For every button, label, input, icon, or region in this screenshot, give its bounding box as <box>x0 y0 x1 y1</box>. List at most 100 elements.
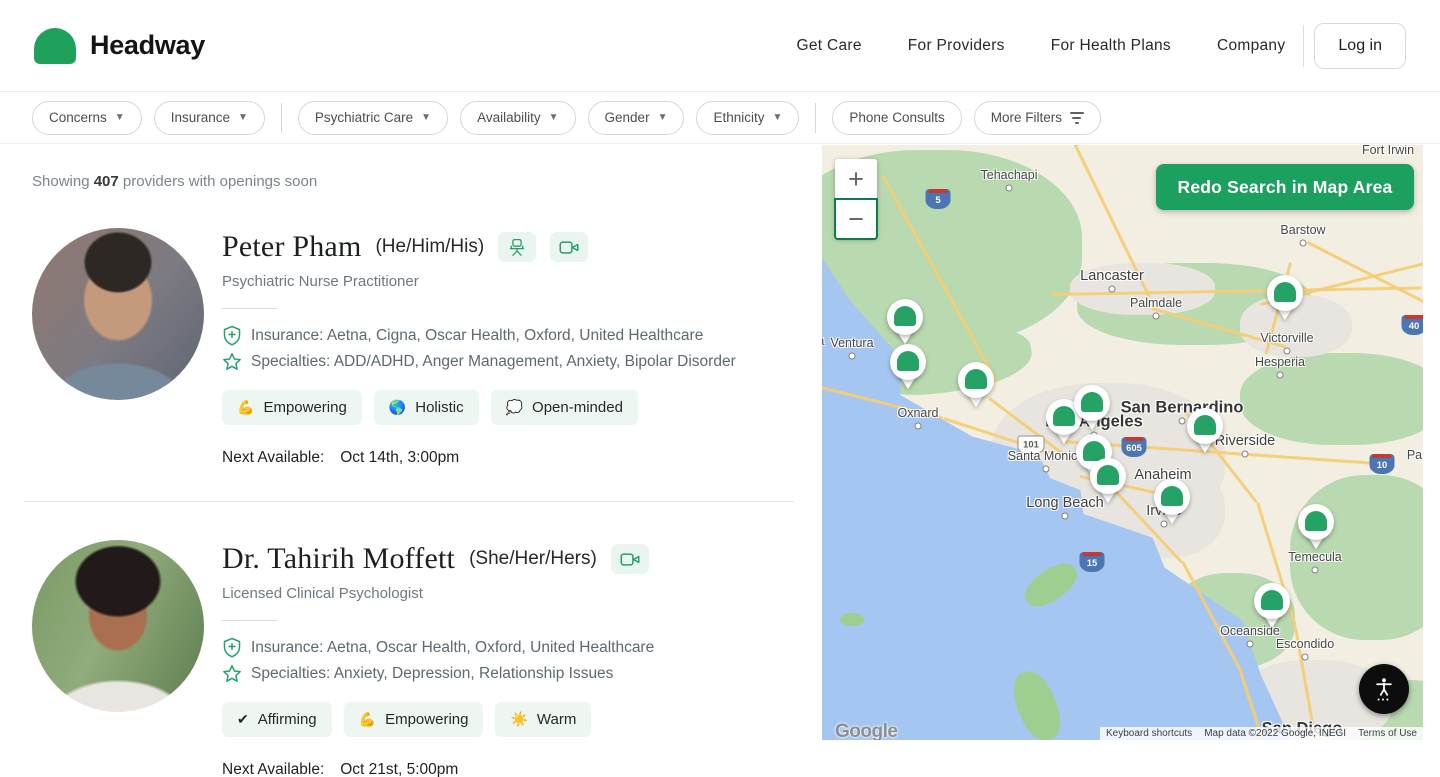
divider <box>222 620 277 621</box>
provider-pronouns: (He/Him/His) <box>375 236 484 258</box>
provider-map-pin[interactable] <box>1074 385 1110 435</box>
filter-availability[interactable]: Availability▼ <box>460 101 575 135</box>
thought-balloon-icon: 💭 <box>506 399 523 416</box>
map-city-dot <box>915 423 922 430</box>
google-logo[interactable]: Google <box>835 721 897 740</box>
map-city-dot <box>1006 185 1013 192</box>
sun-icon: ☀️ <box>510 711 527 728</box>
pin-head <box>1298 504 1334 540</box>
pin-head <box>887 299 923 335</box>
map-city-label: Riverside <box>1215 433 1275 449</box>
redo-search-button[interactable]: Redo Search in Map Area <box>1156 164 1414 210</box>
headway-logo[interactable]: Headway <box>34 28 205 64</box>
nav-company[interactable]: Company <box>1217 37 1285 55</box>
globe-icon: 🌎 <box>389 399 406 416</box>
map-island <box>840 613 864 626</box>
map-city-label: Barstow <box>1280 223 1325 237</box>
filter-more-filters[interactable]: More Filters <box>974 101 1101 135</box>
pin-head <box>1267 275 1303 311</box>
pin-head <box>890 344 926 380</box>
trait-chips: ✔Affirming 💪Empowering ☀️Warm <box>222 702 654 737</box>
provider-map-pin[interactable] <box>1298 504 1334 554</box>
flex-biceps-icon: 💪 <box>359 711 376 728</box>
map[interactable]: Fort IrwinTehachapiBarstowLancasterPalmd… <box>822 145 1423 740</box>
trait-chip: 💪Empowering <box>222 390 362 425</box>
video-session-icon <box>611 544 649 574</box>
provider-name: Dr. Tahirih Moffett <box>222 542 455 576</box>
login-button[interactable]: Log in <box>1314 23 1406 69</box>
provider-avatar <box>32 228 204 400</box>
filter-insurance[interactable]: Insurance▼ <box>154 101 265 135</box>
map-city-label: Tehachapi <box>981 168 1038 182</box>
map-city-dot <box>1062 513 1069 520</box>
trait-chip: ✔Affirming <box>222 702 332 737</box>
headway-pin-icon <box>1194 415 1216 435</box>
map-city-dot <box>849 353 856 360</box>
shield-plus-icon <box>222 325 242 346</box>
map-city-label: Oxnard <box>898 406 939 420</box>
provider-name: Peter Pham <box>222 230 361 264</box>
trait-chip: 💭Open-minded <box>491 390 638 425</box>
terms-of-use-link[interactable]: Terms of Use <box>1352 727 1423 740</box>
pin-head <box>1187 408 1223 444</box>
map-city-dot <box>1302 654 1309 661</box>
headway-pin-icon <box>894 306 916 326</box>
map-city-dot <box>1242 451 1249 458</box>
filter-ethnicity[interactable]: Ethnicity▼ <box>696 101 799 135</box>
headway-pin-icon <box>1261 590 1283 610</box>
headway-pin-icon <box>1305 511 1327 531</box>
accessibility-dots: ••• <box>1377 699 1390 703</box>
provider-map-pin[interactable] <box>890 344 926 394</box>
provider-title: Psychiatric Nurse Practitioner <box>222 273 736 290</box>
specialties-row: Specialties: ADD/ADHD, Anger Management,… <box>222 352 736 372</box>
divider <box>222 308 277 309</box>
filter-psychiatric-care[interactable]: Psychiatric Care▼ <box>298 101 448 135</box>
map-city-dot <box>1312 567 1319 574</box>
next-available: Next Available:Oct 21st, 5:00pm <box>222 761 654 777</box>
chevron-down-icon: ▼ <box>658 112 668 123</box>
keyboard-shortcuts-link[interactable]: Keyboard shortcuts <box>1100 727 1198 740</box>
chevron-down-icon: ▼ <box>115 112 125 123</box>
provider-pronouns: (She/Her/Hers) <box>469 548 597 570</box>
provider-card[interactable]: Peter Pham (He/Him/His) Psychiatric Nurs… <box>32 228 802 467</box>
next-available: Next Available:Oct 14th, 3:00pm <box>222 449 736 467</box>
pin-head <box>1154 479 1190 515</box>
provider-map-pin[interactable] <box>1154 479 1190 529</box>
provider-map-pin[interactable] <box>1090 458 1126 508</box>
provider-map-pin[interactable] <box>887 299 923 349</box>
filter-concerns[interactable]: Concerns▼ <box>32 101 142 135</box>
provider-map-pin[interactable] <box>1187 408 1223 458</box>
nav-for-providers[interactable]: For Providers <box>908 37 1005 55</box>
nav-get-care[interactable]: Get Care <box>796 37 861 55</box>
results-count: 407 <box>94 173 119 190</box>
flex-biceps-icon: 💪 <box>237 399 254 416</box>
in-person-session-icon <box>498 232 536 262</box>
pin-head <box>1074 385 1110 421</box>
zoom-in-button[interactable]: + <box>835 159 877 199</box>
map-city-dot <box>1153 313 1160 320</box>
map-city-dot <box>1247 641 1254 648</box>
headway-search-page: Headway Get Care For Providers For Healt… <box>0 0 1440 777</box>
pin-head <box>1254 583 1290 619</box>
accessibility-widget-button[interactable]: ••• <box>1359 664 1409 714</box>
video-session-icon <box>550 232 588 262</box>
chevron-down-icon: ▼ <box>421 112 431 123</box>
provider-map-pin[interactable] <box>1267 275 1303 325</box>
highway-shield-icon: 15 <box>1080 552 1105 572</box>
filter-gender[interactable]: Gender▼ <box>588 101 685 135</box>
map-city-label: Escondido <box>1276 637 1334 651</box>
filter-phone-consults[interactable]: Phone Consults <box>832 101 961 135</box>
provider-title: Licensed Clinical Psychologist <box>222 585 654 602</box>
map-city-label: San Bernardino <box>1121 399 1244 418</box>
map-city-label: Hesperia <box>1255 355 1305 369</box>
headway-pin-icon <box>1081 392 1103 412</box>
nav-for-health-plans[interactable]: For Health Plans <box>1051 37 1171 55</box>
zoom-out-button[interactable]: − <box>835 199 877 239</box>
headway-logo-icon <box>34 28 76 64</box>
main-nav: Get Care For Providers For Health Plans … <box>796 37 1285 55</box>
provider-card[interactable]: Dr. Tahirih Moffett (She/Her/Hers) Licen… <box>32 540 802 777</box>
headway-pin-icon <box>1274 282 1296 302</box>
provider-map-pin[interactable] <box>958 362 994 412</box>
trait-chip: ☀️Warm <box>495 702 591 737</box>
provider-map-pin[interactable] <box>1254 583 1290 633</box>
